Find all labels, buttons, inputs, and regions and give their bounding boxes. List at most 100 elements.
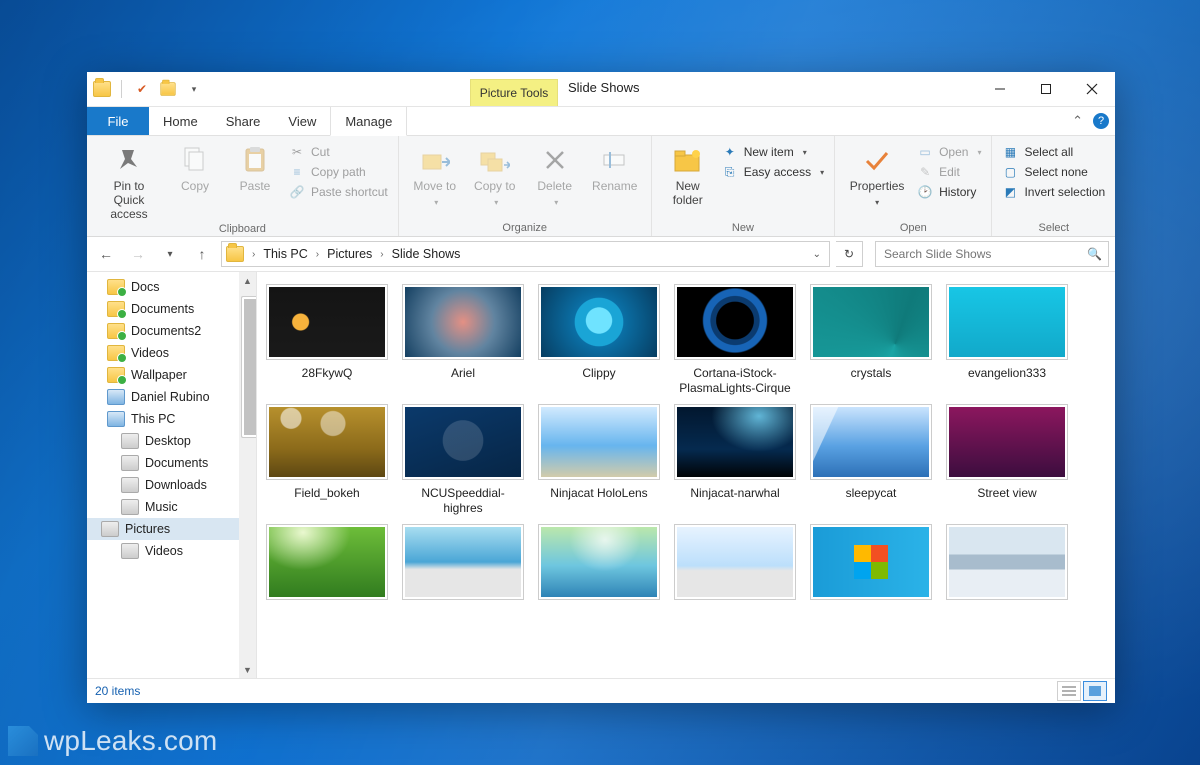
address-bar[interactable]: › This PC› Pictures› Slide Shows ⌄	[221, 241, 830, 267]
folder-sync-icon	[107, 323, 125, 339]
file-item[interactable]	[399, 524, 527, 600]
tree-node[interactable]: Music	[107, 496, 256, 518]
tree-node[interactable]: Pictures	[87, 518, 239, 540]
close-button[interactable]	[1069, 72, 1115, 106]
file-item[interactable]: Street view	[943, 404, 1071, 516]
nav-forward-button[interactable]: →	[125, 241, 151, 267]
qat-customize-button[interactable]: ▾	[184, 78, 204, 100]
thumbnail	[402, 524, 524, 600]
help-button[interactable]: ?	[1093, 113, 1109, 129]
copy-to-button[interactable]: Copy to	[469, 140, 521, 207]
tree-label: Videos	[145, 544, 183, 558]
collapse-ribbon-button[interactable]: ⌃	[1072, 113, 1083, 129]
edit-button[interactable]: ✎Edit	[917, 164, 981, 180]
tab-share[interactable]: Share	[212, 107, 275, 135]
file-item[interactable]	[807, 524, 935, 600]
easy-access-icon: ⎘	[722, 164, 738, 180]
disk-icon	[121, 499, 139, 515]
file-item[interactable]: Clippy	[535, 284, 663, 396]
move-to-button[interactable]: Move to	[409, 140, 461, 207]
tab-view[interactable]: View	[274, 107, 330, 135]
tab-manage[interactable]: Manage	[330, 107, 407, 136]
file-list[interactable]: 28FkywQ ArielClippyCortana-iStock-PlasmaL…	[257, 272, 1115, 678]
crumb-pictures[interactable]: Pictures	[323, 247, 376, 261]
tree-node[interactable]: Docs	[107, 276, 256, 298]
history-button[interactable]: 🕑History	[917, 184, 981, 200]
details-view-button[interactable]	[1057, 681, 1081, 701]
open-icon: ▭	[917, 144, 933, 160]
pin-quick-access-button[interactable]: Pin to Quick access	[97, 140, 161, 221]
pin-icon	[116, 144, 142, 176]
new-folder-button[interactable]: New folder	[662, 140, 714, 208]
refresh-button[interactable]: ↻	[836, 241, 863, 267]
file-name: crystals	[851, 366, 892, 381]
new-item-button[interactable]: ✦New item	[722, 144, 824, 160]
paste-shortcut-button[interactable]: 🔗Paste shortcut	[289, 184, 388, 200]
qat-properties-button[interactable]: ✔	[132, 78, 152, 100]
file-item[interactable]	[535, 524, 663, 600]
folder-sync-icon	[107, 345, 125, 361]
nav-scrollbar[interactable]: ▲▼	[239, 272, 256, 678]
tree-node[interactable]: Videos	[107, 540, 256, 562]
file-item[interactable]	[671, 524, 799, 600]
file-item[interactable]: sleepycat	[807, 404, 935, 516]
file-name: Ninjacat-narwhal	[690, 486, 779, 501]
file-item[interactable]: crystals	[807, 284, 935, 396]
file-item[interactable]	[943, 524, 1071, 600]
file-item[interactable]: Ninjacat-narwhal	[671, 404, 799, 516]
disk-icon	[121, 543, 139, 559]
copy-button[interactable]: Copy	[169, 140, 221, 194]
nav-back-button[interactable]: ←	[93, 241, 119, 267]
minimize-button[interactable]	[977, 72, 1023, 106]
tree-node[interactable]: This PC	[107, 408, 256, 430]
paste-button[interactable]: Paste	[229, 140, 281, 194]
qat-newfolder-button[interactable]	[158, 78, 178, 100]
tree-label: Documents	[145, 456, 208, 470]
search-input[interactable]	[882, 246, 1087, 262]
copy-to-icon	[480, 144, 510, 176]
file-item[interactable]: Cortana-iStock-PlasmaLights-Cirque	[671, 284, 799, 396]
address-dropdown[interactable]: ⌄	[807, 249, 827, 260]
nav-up-button[interactable]: ↑	[189, 241, 215, 267]
thumbnails-view-button[interactable]	[1083, 681, 1107, 701]
crumb-slideshows[interactable]: Slide Shows	[388, 247, 465, 261]
tree-node[interactable]: Desktop	[107, 430, 256, 452]
tree-node[interactable]: Documents	[107, 298, 256, 320]
navigation-pane: DocsDocumentsDocuments2VideosWallpaperDa…	[87, 272, 257, 678]
tab-home[interactable]: Home	[149, 107, 212, 135]
maximize-button[interactable]	[1023, 72, 1069, 106]
rename-button[interactable]: Rename	[589, 140, 641, 194]
select-all-button[interactable]: ▦Select all	[1002, 144, 1105, 160]
open-button[interactable]: ▭Open	[917, 144, 981, 160]
tree-node[interactable]: Daniel Rubino	[107, 386, 256, 408]
pc-icon	[107, 411, 125, 427]
delete-button[interactable]: Delete	[529, 140, 581, 207]
crumb-this-pc[interactable]: This PC	[259, 247, 311, 261]
tree-node[interactable]: Documents	[107, 452, 256, 474]
copy-path-button[interactable]: ≡Copy path	[289, 164, 388, 180]
tree-node[interactable]: Wallpaper	[107, 364, 256, 386]
file-item[interactable]: 28FkywQ	[263, 284, 391, 396]
file-item[interactable]: Field_bokeh	[263, 404, 391, 516]
properties-button[interactable]: Properties ▾	[845, 140, 909, 207]
invert-selection-button[interactable]: ◩Invert selection	[1002, 184, 1105, 200]
cut-button[interactable]: ✂Cut	[289, 144, 388, 160]
picture-tools-context-tab[interactable]: Picture Tools	[470, 79, 558, 106]
tree-node[interactable]: Downloads	[107, 474, 256, 496]
search-box[interactable]: 🔍	[875, 241, 1109, 267]
file-item[interactable]	[263, 524, 391, 600]
file-name: 28FkywQ	[302, 366, 353, 381]
select-none-button[interactable]: ▢Select none	[1002, 164, 1105, 180]
thumbnail	[810, 284, 932, 360]
file-item[interactable]: evangelion333	[943, 284, 1071, 396]
group-open: Properties ▾ ▭Open ✎Edit 🕑History Open	[835, 136, 992, 236]
group-new: New folder ✦New item ⎘Easy access New	[652, 136, 835, 236]
nav-recent-button[interactable]: ▾	[157, 241, 183, 267]
tab-file[interactable]: File	[87, 107, 149, 135]
tree-node[interactable]: Documents2	[107, 320, 256, 342]
file-item[interactable]: NCUSpeeddial-highres	[399, 404, 527, 516]
file-item[interactable]: Ninjacat HoloLens	[535, 404, 663, 516]
tree-node[interactable]: Videos	[107, 342, 256, 364]
easy-access-button[interactable]: ⎘Easy access	[722, 164, 824, 180]
file-item[interactable]: Ariel	[399, 284, 527, 396]
